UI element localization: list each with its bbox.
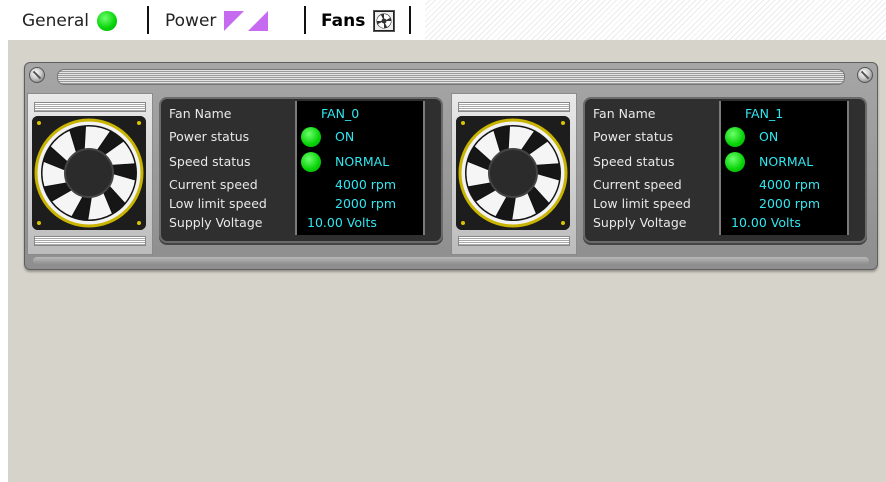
current-speed-label: Current speed <box>593 177 682 192</box>
fan-name-value: FAN_1 <box>745 106 784 121</box>
power-status-value: ON <box>759 129 779 144</box>
power-triangles-icon <box>224 11 269 31</box>
power-status-label: Power status <box>593 129 674 144</box>
power-status-value: ON <box>335 129 355 144</box>
supply-voltage-row: Supply Voltage 10.00 Volts <box>585 212 861 234</box>
fan-holder[interactable] <box>451 93 577 255</box>
fan-icon <box>373 10 396 32</box>
tab-divider <box>147 6 149 34</box>
fan-handle <box>34 102 146 112</box>
speed-status-label: Speed status <box>169 154 251 169</box>
fan-name-row: Fan Name FAN_1 <box>585 103 861 125</box>
fans-content-area: Fan Name FAN_0 Power status ON Speed sta… <box>8 40 886 482</box>
speed-status-value: NORMAL <box>759 154 814 169</box>
tab-bar: General Power Fans <box>0 0 886 40</box>
speed-status-row: Speed status NORMAL <box>161 151 437 173</box>
fan-handle <box>34 236 146 246</box>
supply-voltage-row: Supply Voltage 10.00 Volts <box>161 212 437 234</box>
fan-graphic-icon <box>32 116 146 230</box>
low-limit-speed-value: 2000 rpm <box>335 196 397 211</box>
chassis-top-rail <box>57 69 845 85</box>
power-status-row: Power status ON <box>161 126 437 148</box>
tab-general[interactable]: General <box>22 6 117 36</box>
power-status-led-icon <box>301 127 321 147</box>
fan-graphic-icon <box>456 116 570 230</box>
screw-icon <box>857 67 873 83</box>
current-speed-value: 4000 rpm <box>759 177 821 192</box>
supply-voltage-label: Supply Voltage <box>169 215 263 230</box>
fan-handle <box>458 102 570 112</box>
speed-status-led-icon <box>725 152 745 172</box>
fan-name-label: Fan Name <box>169 106 232 121</box>
screw-icon <box>29 67 45 83</box>
supply-voltage-label: Supply Voltage <box>593 215 687 230</box>
tab-power[interactable]: Power <box>165 6 269 36</box>
tab-divider <box>409 6 411 34</box>
power-status-led-icon <box>725 127 745 147</box>
supply-voltage-value: 10.00 Volts <box>307 215 377 230</box>
speed-status-row: Speed status NORMAL <box>585 151 861 173</box>
tab-power-label: Power <box>165 11 217 31</box>
fan-info-panel: Fan Name FAN_0 Power status ON Speed sta… <box>159 97 443 243</box>
tab-fans-label: Fans <box>321 11 366 31</box>
current-speed-label: Current speed <box>169 177 258 192</box>
fan-info-panel: Fan Name FAN_1 Power status ON Speed sta… <box>583 97 867 243</box>
fan-holder[interactable] <box>27 93 153 255</box>
left-margin <box>0 0 8 482</box>
supply-voltage-value: 10.00 Volts <box>731 215 801 230</box>
power-status-row: Power status ON <box>585 126 861 148</box>
tab-general-label: General <box>22 11 89 31</box>
fan-tray-chassis: Fan Name FAN_0 Power status ON Speed sta… <box>24 62 878 270</box>
speed-status-led-icon <box>301 152 321 172</box>
fan-name-value: FAN_0 <box>321 106 360 121</box>
low-limit-speed-label: Low limit speed <box>169 196 267 211</box>
low-limit-speed-value: 2000 rpm <box>759 196 821 211</box>
tab-divider <box>304 6 306 34</box>
current-speed-value: 4000 rpm <box>335 177 397 192</box>
tab-fans[interactable]: Fans <box>321 6 396 36</box>
fan-handle <box>458 236 570 246</box>
power-status-label: Power status <box>169 129 250 144</box>
tab-bar-background <box>425 0 886 40</box>
fan-module-1: Fan Name FAN_1 Power status ON Speed sta… <box>451 93 867 255</box>
speed-status-label: Speed status <box>593 154 675 169</box>
speed-status-value: NORMAL <box>335 154 390 169</box>
chassis-bottom-rail <box>33 257 869 265</box>
fan-module-0: Fan Name FAN_0 Power status ON Speed sta… <box>27 93 443 255</box>
fan-name-label: Fan Name <box>593 106 656 121</box>
green-status-icon <box>97 11 117 31</box>
low-limit-speed-label: Low limit speed <box>593 196 691 211</box>
fan-name-row: Fan Name FAN_0 <box>161 103 437 125</box>
